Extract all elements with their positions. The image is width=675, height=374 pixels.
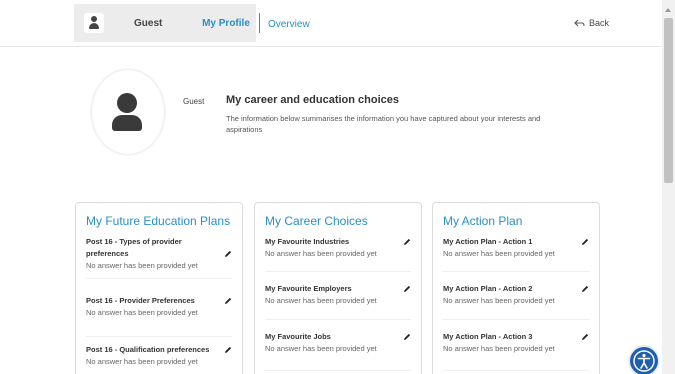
back-button[interactable]: Back	[574, 18, 609, 28]
tab-my-profile[interactable]: My Profile	[196, 4, 256, 42]
avatar-user-icon	[117, 93, 137, 113]
list-item: My Favourite Employers No answer has bee…	[265, 283, 411, 320]
item-title: My Action Plan - Action 2	[443, 284, 533, 293]
item-status: No answer has been provided yet	[86, 357, 198, 366]
item-title: Post 16 - Types of provider preferences	[86, 237, 182, 258]
card-career-choices: My Career Choices My Favourite Industrie…	[254, 202, 422, 374]
accessibility-icon	[633, 350, 655, 372]
pencil-icon[interactable]	[224, 297, 232, 305]
pencil-icon[interactable]	[224, 346, 232, 354]
list-item: My Action Plan - Action 1 No answer has …	[443, 236, 589, 272]
list-item: My Action Plan - Action 2 No answer has …	[443, 283, 589, 320]
pencil-icon[interactable]	[403, 333, 411, 341]
item-status: No answer has been provided yet	[443, 249, 555, 258]
item-status: No answer has been provided yet	[265, 344, 377, 353]
card-title: My Future Education Plans	[86, 214, 231, 228]
item-title: My Action Plan - Action 1	[443, 237, 533, 246]
pencil-icon[interactable]	[224, 250, 232, 258]
tab-my-profile-label: My Profile	[202, 17, 250, 29]
tab-divider	[259, 13, 260, 33]
item-title: Post 16 - Qualification preferences	[86, 345, 210, 354]
item-status: No answer has been provided yet	[443, 344, 555, 353]
avatar	[92, 70, 164, 154]
pencil-icon[interactable]	[403, 238, 411, 246]
top-nav-bar: Guest My Profile Overview Back	[0, 0, 662, 47]
user-menu[interactable]: Guest	[74, 4, 196, 42]
card-action-plan: My Action Plan My Action Plan - Action 1…	[432, 202, 600, 374]
pencil-icon[interactable]	[581, 333, 589, 341]
item-title: My Action Plan - Action 3	[443, 332, 533, 341]
card-future-education-plans: My Future Education Plans Post 16 - Type…	[75, 202, 243, 374]
page-title: My career and education choices	[226, 94, 400, 106]
vertical-scrollbar[interactable]	[662, 0, 675, 374]
back-arrow-icon	[574, 19, 585, 26]
user-icon	[84, 13, 104, 33]
pencil-icon[interactable]	[581, 238, 589, 246]
scroll-up-icon[interactable]	[665, 8, 671, 12]
tab-overview[interactable]: Overview	[268, 19, 310, 30]
item-status: No answer has been provided yet	[443, 296, 555, 305]
item-title: Post 16 - Provider Preferences	[86, 296, 195, 305]
list-item: My Action Plan - Action 3 No answer has …	[443, 331, 589, 371]
card-title: My Action Plan	[443, 214, 523, 228]
list-item: My Favourite Industries No answer has be…	[265, 236, 411, 272]
item-status: No answer has been provided yet	[86, 261, 198, 270]
accessibility-button[interactable]	[628, 345, 660, 374]
list-item: My Favourite Jobs No answer has been pro…	[265, 331, 411, 371]
pencil-icon[interactable]	[581, 285, 589, 293]
item-status: No answer has been provided yet	[265, 296, 377, 305]
pencil-icon[interactable]	[403, 285, 411, 293]
scrollbar-thumb[interactable]	[664, 18, 673, 183]
list-item: Post 16 - Provider Preferences No answer…	[86, 295, 232, 337]
item-title: My Favourite Industries	[265, 237, 350, 246]
item-status: No answer has been provided yet	[265, 249, 377, 258]
page-description: The information below summarises the inf…	[226, 114, 541, 134]
avatar-user-icon-body	[112, 115, 142, 131]
back-label: Back	[589, 18, 610, 28]
item-title: My Favourite Jobs	[265, 332, 331, 341]
profile-name: Guest	[183, 97, 205, 106]
card-title: My Career Choices	[265, 214, 368, 228]
item-title: My Favourite Employers	[265, 284, 352, 293]
list-item: Post 16 - Qualification preferences No a…	[86, 344, 232, 374]
list-item: Post 16 - Types of provider preferences …	[86, 236, 232, 279]
item-status: No answer has been provided yet	[86, 308, 198, 317]
user-name: Guest	[134, 17, 163, 29]
